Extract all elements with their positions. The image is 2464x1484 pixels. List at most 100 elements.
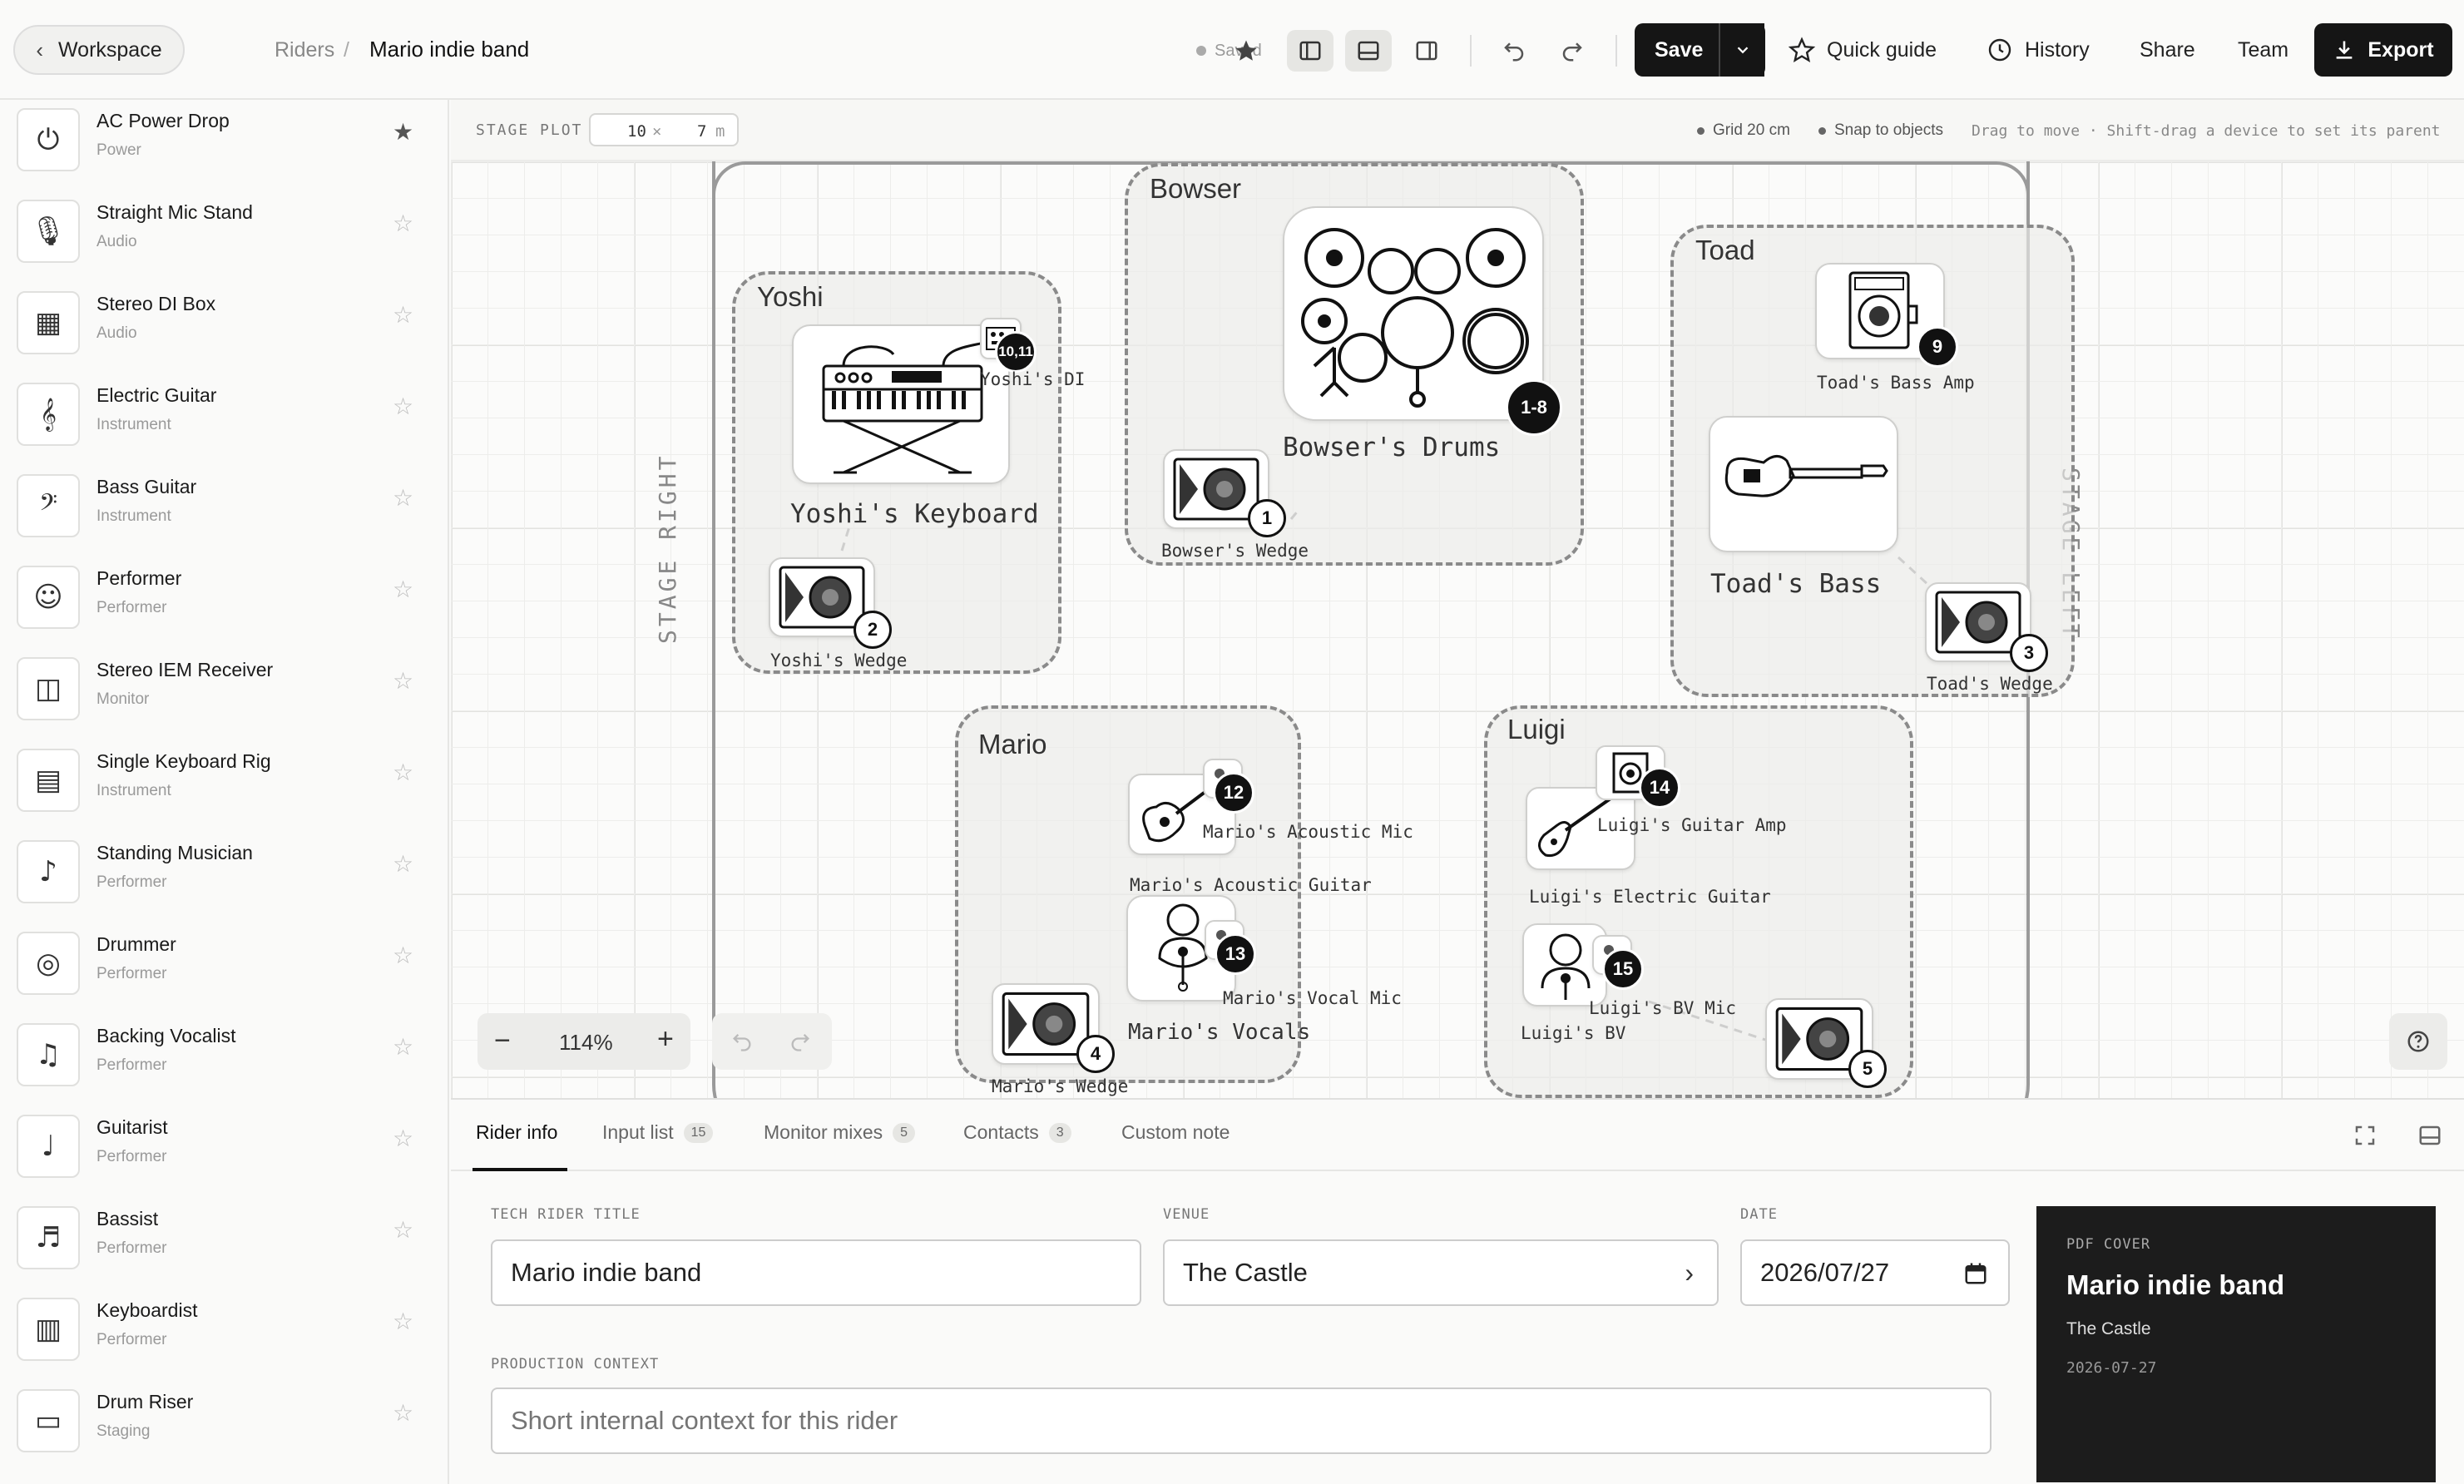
help-button[interactable]	[2389, 1013, 2447, 1070]
star-filled-icon[interactable]: ★	[393, 118, 413, 146]
venue-select[interactable]: The Castle ›	[1163, 1239, 1719, 1306]
star-outline-icon[interactable]: ☆	[393, 850, 413, 878]
device-label-luigi-electric-guitar: Luigi's Electric Guitar	[1529, 887, 1771, 907]
library-item[interactable]: ▤ Single Keyboard Rig Instrument ☆	[0, 740, 448, 832]
device-label-mario-wedge: Mario's Wedge	[992, 1076, 1129, 1096]
library-item[interactable]: ☺ Performer Performer ☆	[0, 557, 448, 649]
star-outline-icon[interactable]: ☆	[393, 1399, 413, 1427]
library-item-category: Audio	[96, 233, 137, 250]
bottom-tabs-bar: Rider info Input list 15 Monitor mixes 5…	[451, 1100, 2464, 1171]
times-sign: ×	[652, 122, 662, 141]
venue-value: The Castle	[1183, 1258, 1308, 1287]
date-value: 2026/07/27	[1760, 1258, 1890, 1287]
library-item[interactable]: ▥ Keyboardist Performer ☆	[0, 1289, 448, 1381]
library-item-name: Straight Mic Stand	[96, 201, 253, 223]
stage-size-input[interactable]: 10 × 7 m	[589, 113, 739, 146]
tab-count: 15	[683, 1122, 714, 1143]
library-item-category: Instrument	[96, 507, 171, 525]
canvas-undo-icon[interactable]	[730, 1030, 754, 1053]
star-outline-icon[interactable]: ☆	[393, 1216, 413, 1244]
canvas-redo-icon[interactable]	[789, 1030, 812, 1053]
library-item[interactable]: ▭ Drum Riser Staging ☆	[0, 1381, 448, 1472]
undo-button[interactable]	[1491, 30, 1537, 72]
star-outline-icon[interactable]: ☆	[393, 301, 413, 329]
library-item-category: Performer	[96, 1239, 167, 1257]
canvas-history-controls	[712, 1013, 832, 1070]
star-outline-icon[interactable]: ☆	[393, 393, 413, 420]
star-outline-icon[interactable]: ☆	[393, 210, 413, 237]
mix-badge-mario-wedge: 4	[1076, 1035, 1115, 1073]
standing-musician-icon: ♪	[17, 840, 80, 903]
library-item[interactable]: ⏻ AC Power Drop Power ★	[0, 100, 448, 191]
chevron-left-icon: ‹	[36, 37, 44, 62]
device-toad-bass[interactable]	[1709, 416, 1898, 552]
keyboard-rig-icon: ▤	[17, 749, 80, 812]
tab-label: Monitor mixes	[764, 1121, 883, 1143]
device-label-luigi-bv: Luigi's BV	[1521, 1023, 1626, 1043]
library-item-name: Standing Musician	[96, 842, 253, 863]
expand-icon[interactable]	[2353, 1123, 2377, 1148]
channel-badge-toad-bass-amp: 9	[1917, 326, 1958, 368]
tab-rider-info[interactable]: Rider info	[476, 1121, 557, 1144]
snap-toggle[interactable]: Snap to objects	[1818, 121, 1943, 140]
save-options-button[interactable]	[1719, 23, 1765, 77]
tab-custom-note[interactable]: Custom note	[1121, 1121, 1230, 1144]
library-item-name: Drummer	[96, 933, 176, 955]
grid-toggle[interactable]: Grid 20 cm	[1697, 121, 1790, 140]
stage-grid[interactable]: STAGE RIGHT STAGE LEFT Yoshi	[451, 161, 2464, 1098]
tab-input-list[interactable]: Input list 15	[602, 1121, 714, 1144]
device-label-mario-acoustic-mic: Mario's Acoustic Mic	[1203, 822, 1413, 842]
library-item[interactable]: ◎ Drummer Performer ☆	[0, 923, 448, 1015]
library-item[interactable]: 𝄢 Bass Guitar Instrument ☆	[0, 466, 448, 557]
star-outline-icon[interactable]: ☆	[393, 759, 413, 786]
workspace-back-button[interactable]: ‹ Workspace	[13, 25, 185, 75]
library-item[interactable]: ♩ Guitarist Performer ☆	[0, 1106, 448, 1198]
save-label: Save	[1655, 37, 1704, 62]
title-input[interactable]: Mario indie band	[491, 1239, 1141, 1306]
library-item[interactable]: 🎙 Straight Mic Stand Audio ☆	[0, 191, 448, 283]
share-button[interactable]: Share	[2140, 25, 2195, 75]
production-context-input[interactable]	[491, 1388, 1991, 1454]
group-label-bowser: Bowser	[1150, 173, 1242, 204]
star-outline-icon[interactable]: ☆	[393, 1033, 413, 1061]
calendar-icon[interactable]	[1963, 1261, 1988, 1286]
mix-badge-luigi-wedge: 5	[1848, 1050, 1887, 1088]
quick-guide-button[interactable]: Quick guide	[1789, 25, 1937, 75]
toggle-right-panel-button[interactable]	[1403, 30, 1450, 72]
toggle-left-panel-button[interactable]	[1287, 30, 1333, 72]
export-button[interactable]: Export	[2314, 23, 2452, 77]
date-input[interactable]: 2026/07/27	[1740, 1239, 2010, 1306]
library-item[interactable]: ♪ Standing Musician Performer ☆	[0, 832, 448, 923]
redo-button[interactable]	[1549, 30, 1596, 72]
mic-stand-icon: 🎙	[17, 200, 80, 263]
star-outline-icon[interactable]: ☆	[393, 484, 413, 512]
zoom-out-button[interactable]: −	[494, 1025, 511, 1057]
library-item-name: Keyboardist	[96, 1299, 198, 1321]
device-yoshi-keyboard[interactable]	[792, 324, 1010, 484]
device-label-luigi-guitar-amp: Luigi's Guitar Amp	[1597, 815, 1787, 835]
star-outline-icon[interactable]: ☆	[393, 667, 413, 695]
dock-panel-icon[interactable]	[2417, 1123, 2442, 1148]
toggle-bottom-panel-button[interactable]	[1345, 30, 1392, 72]
device-bowser-drums[interactable]	[1283, 206, 1544, 421]
library-item[interactable]: ▦ Stereo DI Box Audio ☆	[0, 283, 448, 374]
library-item[interactable]: 𝄞 Electric Guitar Instrument ☆	[0, 374, 448, 466]
library-item[interactable]: ◫ Stereo IEM Receiver Monitor ☆	[0, 649, 448, 740]
star-outline-icon[interactable]: ☆	[393, 942, 413, 969]
library-item-name: Bass Guitar	[96, 476, 197, 497]
history-button[interactable]: History	[1987, 25, 2090, 75]
breadcrumb-riders[interactable]: Riders	[275, 38, 334, 62]
star-filled-icon	[1235, 40, 1257, 61]
star-outline-icon[interactable]: ☆	[393, 576, 413, 603]
library-item[interactable]: ♫ Backing Vocalist Performer ☆	[0, 1015, 448, 1106]
pdf-cover-title: Mario indie band	[2066, 1269, 2285, 1300]
star-outline-icon[interactable]: ☆	[393, 1125, 413, 1152]
tab-monitor-mixes[interactable]: Monitor mixes 5	[764, 1121, 916, 1144]
library-item[interactable]: ♬ Bassist Performer ☆	[0, 1198, 448, 1289]
tab-contacts[interactable]: Contacts 3	[963, 1121, 1071, 1144]
device-library: ⏻ AC Power Drop Power ★ 🎙 Straight Mic Stand A…	[0, 100, 449, 1484]
zoom-in-button[interactable]: +	[657, 1023, 674, 1056]
star-outline-icon[interactable]: ☆	[393, 1308, 413, 1335]
team-button[interactable]: Team	[2238, 25, 2288, 75]
tab-label: Contacts	[963, 1121, 1039, 1143]
